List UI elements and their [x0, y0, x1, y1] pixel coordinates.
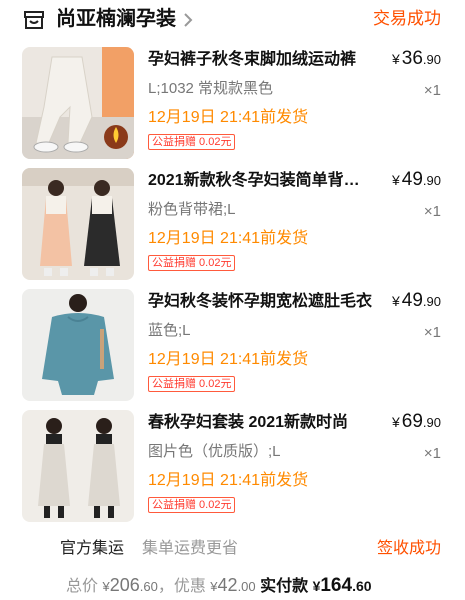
product-title[interactable]: 春秋孕妇套装 2021新款时尚 [148, 412, 373, 434]
charity-badge: 公益捐赠 0.02元 [148, 134, 236, 150]
shop-name[interactable]: 尚亚楠澜孕装 [56, 6, 176, 32]
product-title[interactable]: 孕妇秋冬装怀孕期宽松遮肚毛衣 [148, 291, 373, 313]
logistics-row[interactable]: 官方集运 集单运费更省 签收成功 [0, 536, 465, 562]
order-totals: 总价 ¥206.60，优惠 ¥42.00 实付款 ¥164.60 [66, 575, 372, 596]
product-price: ¥69.90 [391, 411, 441, 432]
logistics-label: 官方集运 [60, 540, 125, 557]
product-image[interactable] [22, 289, 134, 401]
product-spec: 粉色背带裙;L [148, 201, 236, 218]
logistics-description: 集单运费更省 [142, 540, 239, 557]
product-image[interactable] [22, 168, 134, 280]
product-image[interactable] [22, 47, 134, 159]
product-spec: L;1032 常规款黑色 [148, 80, 274, 97]
charity-badge: 公益捐赠 0.02元 [148, 497, 236, 513]
shop-header[interactable]: 尚亚楠澜孕装 交易成功 [0, 0, 465, 40]
total-label: 总价 [66, 578, 99, 595]
order-item[interactable]: 孕妇秋冬装怀孕期宽松遮肚毛衣 蓝色;L 12月19日 21:41前发货 公益捐赠… [0, 289, 465, 405]
charity-badge: 公益捐赠 0.02元 [148, 255, 236, 271]
product-price: ¥49.90 [391, 290, 441, 311]
chevron-right-icon[interactable] [182, 12, 194, 28]
order-item[interactable]: 孕妇裤子秋冬束脚加绒运动裤 L;1032 常规款黑色 12月19日 21:41前… [0, 47, 465, 163]
discount-amount: 42 [217, 575, 238, 595]
product-spec: 图片色（优质版）;L [148, 443, 281, 460]
ship-deadline: 12月19日 21:41前发货 [148, 230, 309, 247]
product-quantity: ×1 [423, 203, 441, 220]
product-quantity: ×1 [423, 445, 441, 462]
paid-amount: 164 [320, 575, 353, 596]
product-price: ¥36.90 [391, 48, 441, 69]
delivery-status[interactable]: 签收成功 [377, 538, 441, 560]
order-item[interactable]: 春秋孕妇套装 2021新款时尚 图片色（优质版）;L 12月19日 21:41前… [0, 410, 465, 526]
order-item[interactable]: 2021新款秋冬孕妇装简单背带裙 粉色背带裙;L 12月19日 21:41前发货… [0, 168, 465, 284]
ship-deadline: 12月19日 21:41前发货 [148, 351, 309, 368]
paid-label: 实付款 [260, 578, 309, 595]
product-quantity: ×1 [423, 324, 441, 341]
order-status: 交易成功 [373, 9, 441, 28]
charity-badge: 公益捐赠 0.02元 [148, 376, 236, 392]
product-quantity: ×1 [423, 82, 441, 99]
product-price: ¥49.90 [391, 169, 441, 190]
product-spec: 蓝色;L [148, 322, 191, 339]
discount-label: ，优惠 [157, 578, 206, 595]
shop-icon [22, 8, 46, 32]
ship-deadline: 12月19日 21:41前发货 [148, 109, 309, 126]
total-amount: 206 [109, 575, 140, 595]
product-title[interactable]: 孕妇裤子秋冬束脚加绒运动裤 [148, 49, 373, 71]
product-title[interactable]: 2021新款秋冬孕妇装简单背带裙 [148, 170, 373, 192]
ship-deadline: 12月19日 21:41前发货 [148, 472, 309, 489]
product-image[interactable] [22, 410, 134, 522]
